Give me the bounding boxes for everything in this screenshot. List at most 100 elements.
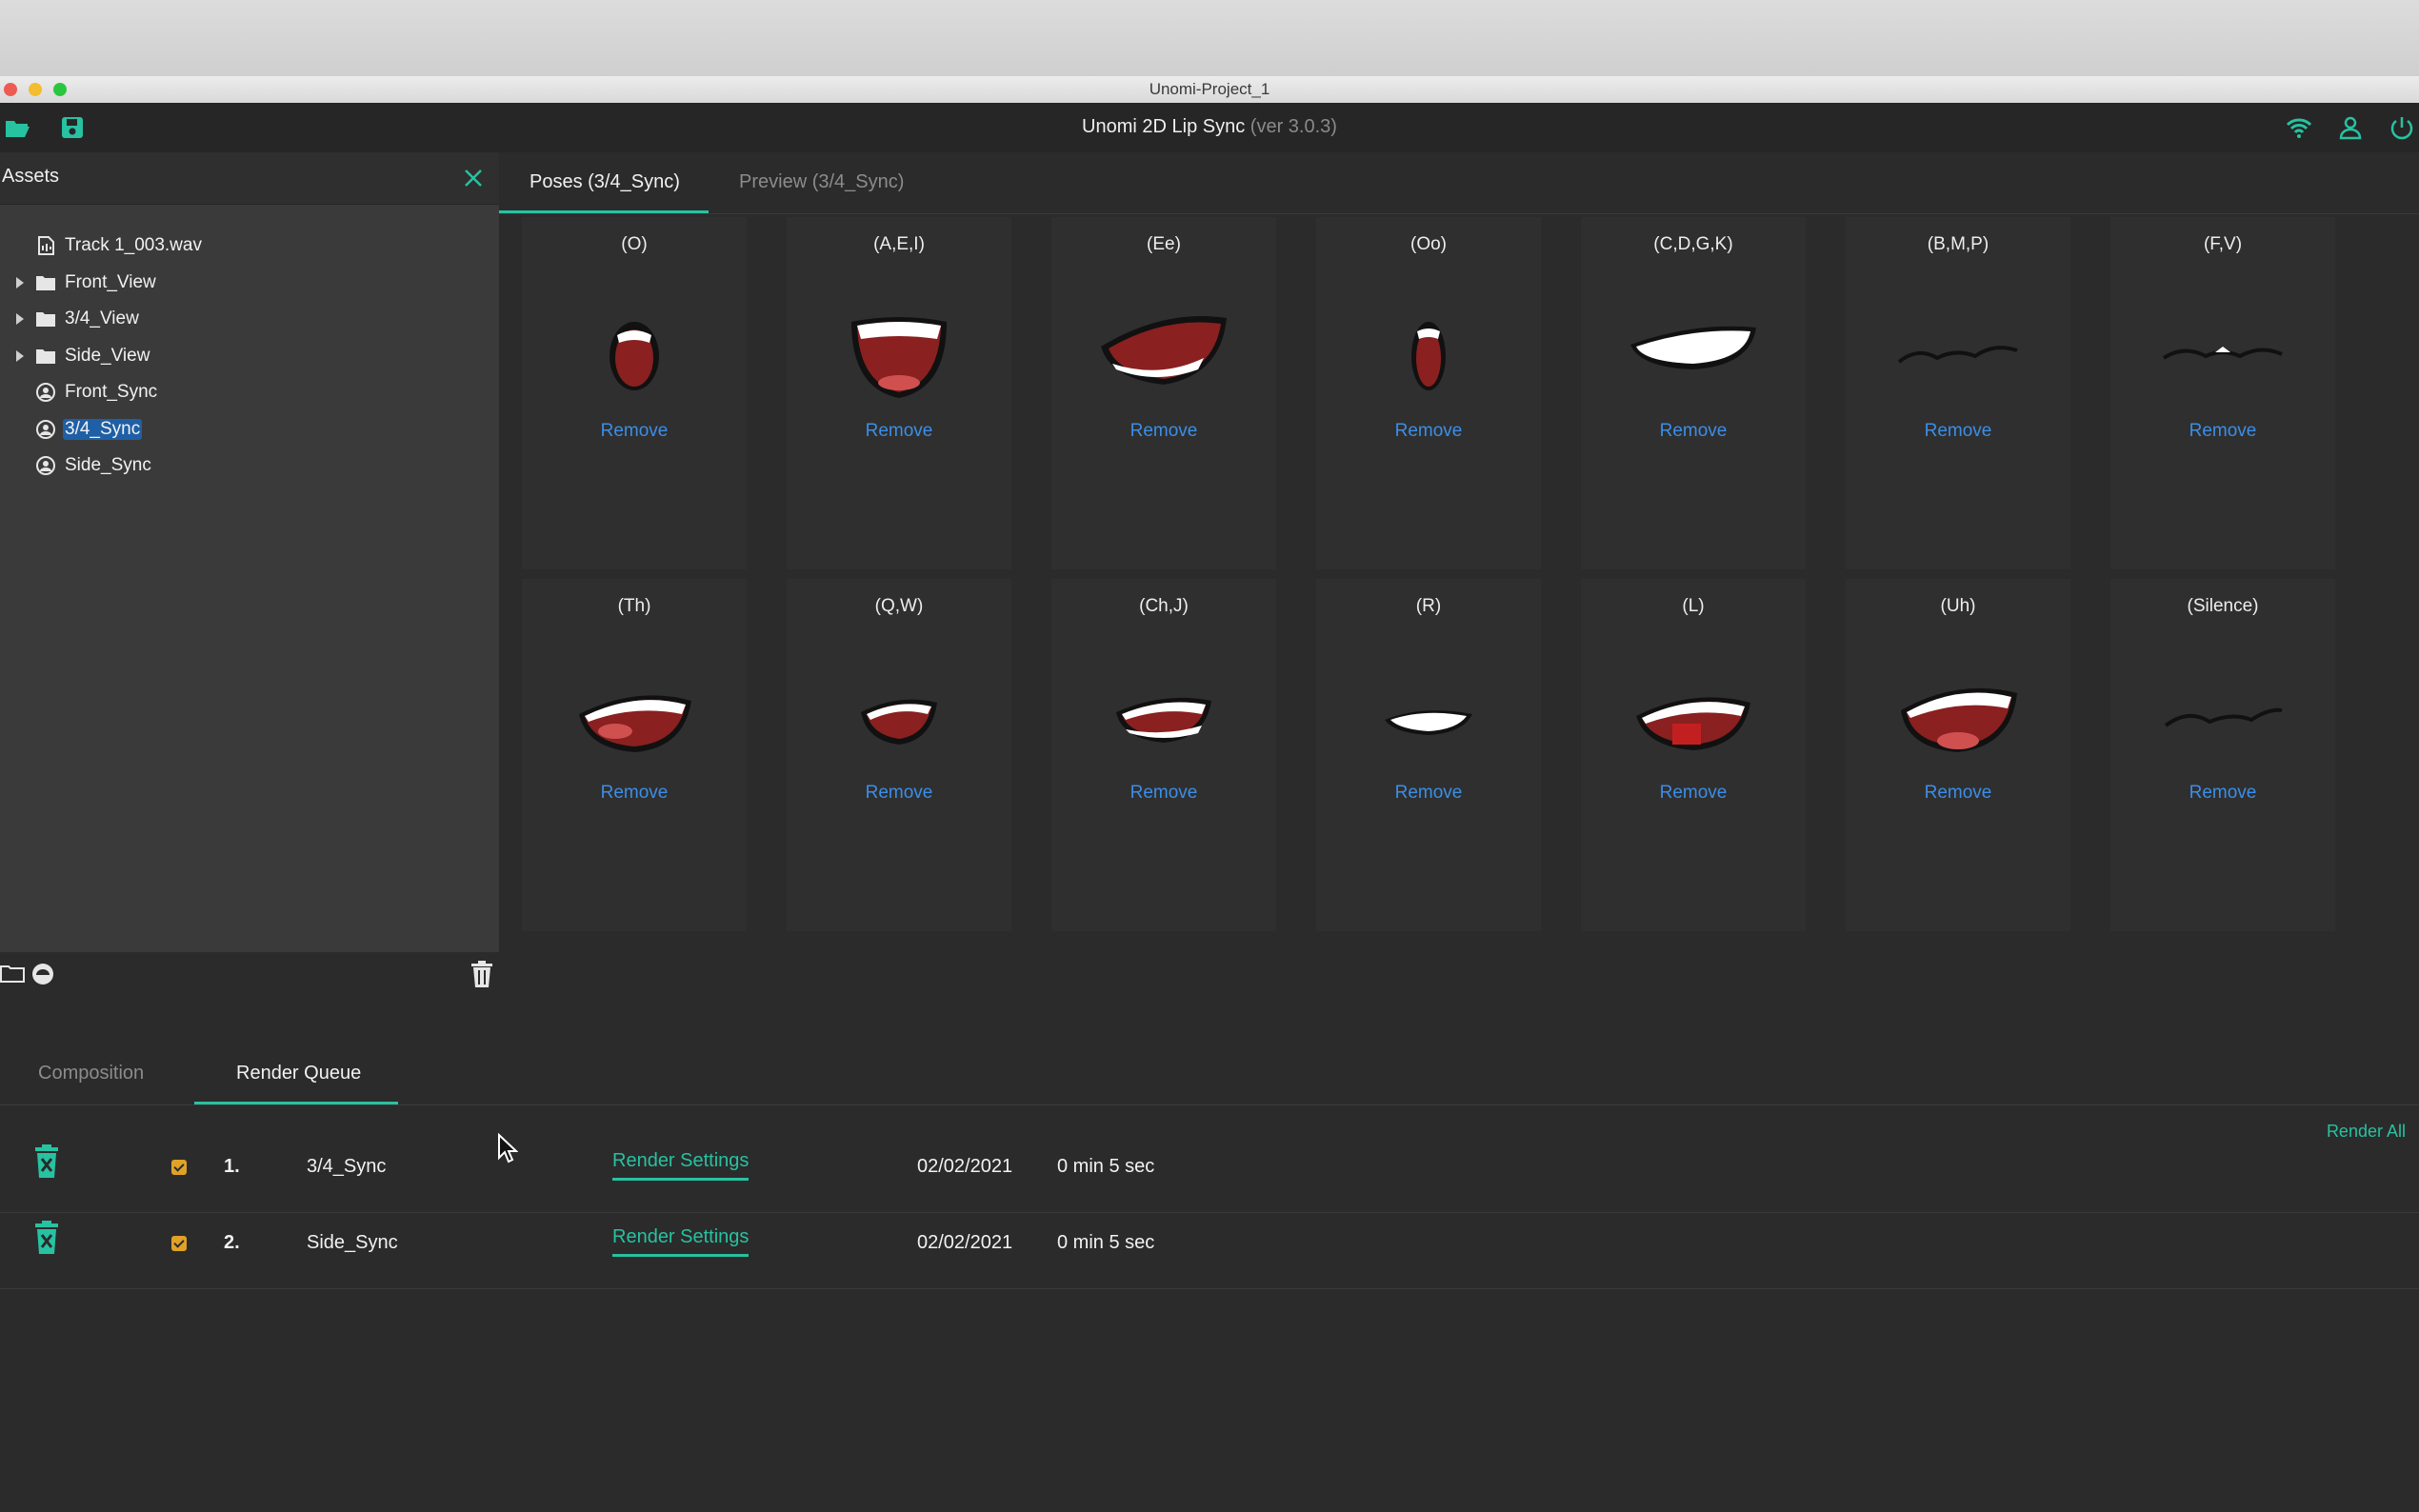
pose-label: (Q,W) bbox=[874, 596, 924, 616]
remove-pose-link[interactable]: Remove bbox=[787, 783, 1011, 804]
folder-icon bbox=[36, 275, 55, 290]
remove-pose-link[interactable]: Remove bbox=[522, 783, 747, 804]
remove-pose-link[interactable]: Remove bbox=[1846, 421, 2070, 442]
app-header: Unomi 2D Lip Sync (ver 3.0.3) bbox=[0, 103, 2419, 152]
pose-card[interactable]: (C,D,G,K) Remove bbox=[1581, 217, 1806, 569]
folder-icon bbox=[36, 348, 55, 364]
mouth-pose-icon bbox=[851, 317, 947, 398]
tab-render-queue[interactable]: Render Queue bbox=[236, 1063, 361, 1084]
app-title: Unomi 2D Lip Sync (ver 3.0.3) bbox=[0, 116, 2419, 138]
remove-pose-link[interactable]: Remove bbox=[1051, 421, 1276, 442]
remove-pose-link[interactable]: Remove bbox=[1846, 783, 2070, 804]
assets-title: Assets bbox=[2, 166, 60, 187]
pose-label: (Ee) bbox=[1147, 234, 1181, 254]
audio-file-icon bbox=[38, 236, 54, 255]
render-job-duration: 0 min 5 sec bbox=[1057, 1232, 1155, 1253]
render-job-checkbox[interactable] bbox=[171, 1236, 187, 1251]
tab-preview[interactable]: Preview (3/4_Sync) bbox=[739, 171, 904, 193]
delete-job-icon[interactable] bbox=[32, 1221, 61, 1255]
mouth-pose-icon bbox=[2164, 707, 2283, 727]
poses-tabbar: Poses (3/4_Sync) Preview (3/4_Sync) bbox=[499, 152, 2419, 214]
remove-pose-link[interactable]: Remove bbox=[1051, 783, 1276, 804]
asset-item[interactable]: Side_View bbox=[0, 339, 499, 373]
remove-pose-link[interactable]: Remove bbox=[1581, 783, 1806, 804]
render-job-number: 1. bbox=[224, 1156, 240, 1177]
render-settings-button[interactable]: Render Settings bbox=[612, 1226, 750, 1257]
asset-item[interactable]: Front_Sync bbox=[0, 375, 499, 409]
pose-card[interactable]: (R) Remove bbox=[1316, 579, 1541, 931]
delete-job-icon[interactable] bbox=[32, 1144, 61, 1179]
mouth-pose-icon bbox=[2162, 347, 2283, 360]
render-queue-row: 2. Side_Sync Render Settings 02/02/2021 0 mi… bbox=[0, 1213, 2419, 1289]
pose-card[interactable]: (Q,W) Remove bbox=[787, 579, 1011, 931]
asset-item[interactable]: Front_View bbox=[0, 266, 499, 300]
sync-person-icon bbox=[36, 419, 55, 439]
asset-item-label: 3/4_Sync bbox=[63, 418, 143, 440]
pose-card[interactable]: (Silence) Remove bbox=[2110, 579, 2335, 931]
assets-header: Assets bbox=[0, 152, 499, 205]
app-name: Unomi 2D Lip Sync bbox=[1082, 116, 1246, 137]
pose-label: (Uh) bbox=[1940, 596, 1976, 616]
mouth-pose-icon bbox=[1630, 326, 1756, 369]
asset-item-label: 3/4_View bbox=[65, 308, 139, 328]
asset-item[interactable]: 3/4_View bbox=[0, 302, 499, 336]
render-job-date: 02/02/2021 bbox=[917, 1232, 1013, 1253]
pose-card[interactable]: (Oo) Remove bbox=[1316, 217, 1541, 569]
delete-asset-icon[interactable] bbox=[469, 960, 495, 988]
new-sync-icon[interactable] bbox=[30, 962, 55, 986]
pose-card[interactable]: (Th) Remove bbox=[522, 579, 747, 931]
expand-arrow-icon[interactable] bbox=[16, 276, 24, 288]
assets-footer bbox=[0, 952, 499, 994]
pose-label: (Silence) bbox=[2187, 596, 2259, 616]
asset-item[interactable]: Side_Sync bbox=[0, 448, 499, 483]
pose-card[interactable]: (F,V) Remove bbox=[2110, 217, 2335, 569]
remove-pose-link[interactable]: Remove bbox=[2110, 421, 2335, 442]
new-folder-icon[interactable] bbox=[0, 964, 25, 983]
remove-pose-link[interactable]: Remove bbox=[1581, 421, 1806, 442]
mouth-pose-icon bbox=[610, 322, 659, 390]
pose-card[interactable]: (O) Remove bbox=[522, 217, 747, 569]
window-titlebar: Unomi-Project_1 bbox=[0, 76, 2419, 104]
render-job-duration: 0 min 5 sec bbox=[1057, 1156, 1155, 1177]
tab-composition[interactable]: Composition bbox=[38, 1063, 144, 1084]
pose-label: (Th) bbox=[617, 596, 651, 616]
power-icon[interactable] bbox=[2389, 114, 2415, 141]
asset-item[interactable]: Track 1_003.wav bbox=[0, 229, 499, 263]
remove-pose-link[interactable]: Remove bbox=[522, 421, 747, 442]
pose-label: (Ch,J) bbox=[1139, 596, 1189, 616]
folder-icon bbox=[36, 312, 55, 327]
render-job-checkbox[interactable] bbox=[171, 1160, 187, 1175]
remove-pose-link[interactable]: Remove bbox=[1316, 421, 1541, 442]
app-window: Unomi 2D Lip Sync (ver 3.0.3) Assets Tra… bbox=[0, 103, 2419, 1512]
remove-pose-link[interactable]: Remove bbox=[787, 421, 1011, 442]
render-settings-button[interactable]: Render Settings bbox=[612, 1150, 750, 1181]
pose-label: (R) bbox=[1415, 596, 1442, 616]
mouth-pose-icon bbox=[1636, 697, 1750, 750]
mouth-pose-icon bbox=[1101, 316, 1227, 385]
pose-label: (Oo) bbox=[1410, 234, 1447, 254]
tab-poses[interactable]: Poses (3/4_Sync) bbox=[530, 171, 680, 193]
remove-pose-link[interactable]: Remove bbox=[2110, 783, 2335, 804]
pose-label: (B,M,P) bbox=[1927, 234, 1989, 254]
pose-card[interactable]: (Ee) Remove bbox=[1051, 217, 1276, 569]
pose-card[interactable]: (B,M,P) Remove bbox=[1846, 217, 2070, 569]
asset-item-label: Track 1_003.wav bbox=[65, 235, 202, 255]
sync-person-icon bbox=[36, 383, 55, 402]
asset-item[interactable]: 3/4_Sync bbox=[0, 412, 499, 447]
mouse-cursor-icon bbox=[498, 1133, 518, 1164]
pose-card[interactable]: (L) Remove bbox=[1581, 579, 1806, 931]
render-job-date: 02/02/2021 bbox=[917, 1156, 1013, 1177]
expand-arrow-icon[interactable] bbox=[16, 349, 24, 362]
pose-label: (O) bbox=[621, 234, 648, 254]
expand-arrow-icon[interactable] bbox=[16, 313, 24, 325]
pose-card[interactable]: (A,E,I) Remove bbox=[787, 217, 1011, 569]
remove-pose-link[interactable]: Remove bbox=[1316, 783, 1541, 804]
user-icon[interactable] bbox=[2337, 114, 2364, 141]
render-job-number: 2. bbox=[224, 1232, 240, 1253]
pose-card[interactable]: (Ch,J) Remove bbox=[1051, 579, 1276, 931]
pose-card[interactable]: (Uh) Remove bbox=[1846, 579, 2070, 931]
poses-panel: Poses (3/4_Sync) Preview (3/4_Sync) (O) R… bbox=[499, 152, 2419, 1047]
wifi-icon[interactable] bbox=[2286, 114, 2312, 141]
close-icon[interactable] bbox=[461, 166, 486, 190]
render-queue-row: 1. 3/4_Sync Render Settings 02/02/2021 0 min… bbox=[0, 1137, 2419, 1213]
